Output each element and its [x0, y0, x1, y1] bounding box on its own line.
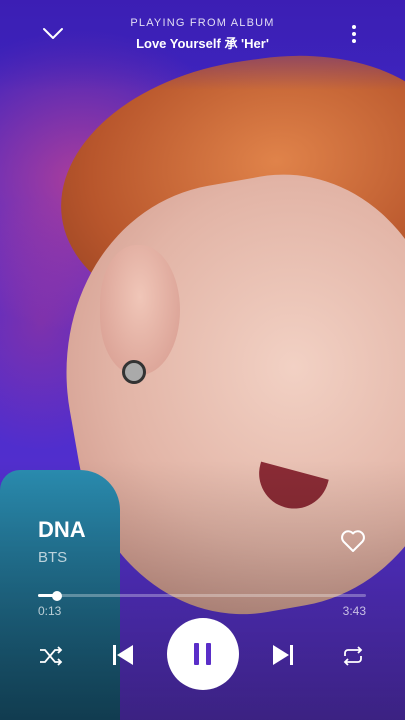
repeat-icon: [343, 646, 363, 666]
total-time: 3:43: [342, 604, 366, 618]
progress-track: [38, 594, 366, 597]
next-button[interactable]: [266, 638, 300, 672]
shuffle-button[interactable]: [36, 642, 66, 670]
repeat-button[interactable]: [338, 642, 368, 670]
now-playing-header: PLAYING FROM ALBUM Love Yourself 承 'Her': [0, 0, 405, 72]
track-info: DNA BTS: [38, 517, 86, 566]
previous-button[interactable]: [106, 638, 140, 672]
shuffle-icon: [40, 646, 63, 666]
more-vertical-icon: [352, 25, 356, 43]
artwork-earring-shape: [122, 360, 146, 384]
track-title[interactable]: DNA: [38, 517, 86, 543]
current-time: 0:13: [38, 604, 62, 618]
skip-previous-icon: [113, 645, 133, 665]
pause-button[interactable]: [167, 618, 239, 690]
track-artist[interactable]: BTS: [38, 549, 86, 566]
progress-bar[interactable]: [38, 590, 366, 602]
pause-icon: [194, 643, 211, 665]
more-options-button[interactable]: [338, 18, 370, 50]
heart-outline-icon: [341, 530, 365, 552]
progress-handle[interactable]: [52, 591, 62, 601]
artwork-ear-shape: [100, 245, 180, 375]
skip-next-icon: [273, 645, 293, 665]
like-button[interactable]: [338, 526, 368, 556]
